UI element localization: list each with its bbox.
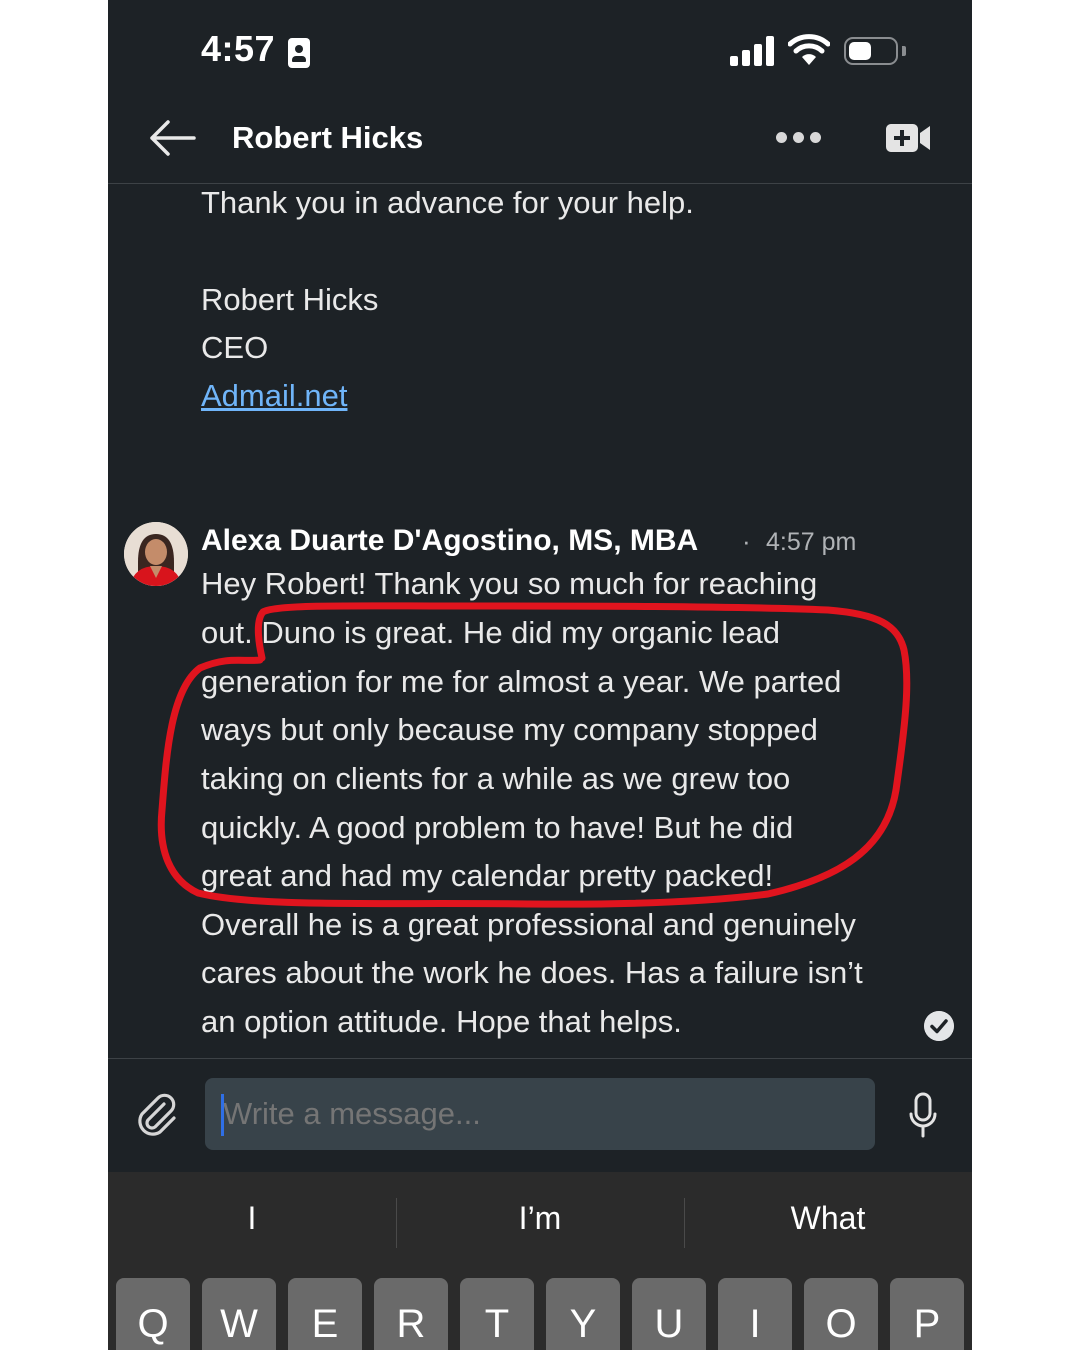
key-p[interactable]: P <box>890 1278 964 1350</box>
key-t[interactable]: T <box>460 1278 534 1350</box>
sender-name[interactable]: Alexa Duarte D'Agostino, MS, MBA <box>201 524 698 558</box>
message-line: great and had my calendar pretty packed! <box>201 858 774 893</box>
header-divider <box>108 183 972 184</box>
more-options-icon[interactable] <box>776 132 822 146</box>
key-o[interactable]: O <box>804 1278 878 1350</box>
message-line: quickly. A good problem to have! But he … <box>201 810 794 845</box>
key-i[interactable]: I <box>718 1278 792 1350</box>
battery-icon <box>844 37 898 65</box>
messaging-screen: 4:57 Robert Hicks Thank you in advance f… <box>108 0 972 1350</box>
previous-message-line: Thank you in advance for your help. <box>201 185 694 220</box>
key-y[interactable]: Y <box>546 1278 620 1350</box>
suggestion-1[interactable]: I <box>108 1200 396 1237</box>
key-q[interactable]: Q <box>116 1278 190 1350</box>
contact-card-icon <box>288 38 310 68</box>
status-time: 4:57 <box>201 28 276 69</box>
message-line: Overall he is a great professional and g… <box>201 907 856 942</box>
suggestion-2[interactable]: I’m <box>396 1200 684 1237</box>
wifi-icon <box>788 34 830 65</box>
message-line: ways but only because my company stopped <box>201 712 818 747</box>
conversation-title[interactable]: Robert Hicks <box>232 120 423 156</box>
message-line: an option attitude. Hope that helps. <box>201 1004 682 1039</box>
message-line: taking on clients for a while as we grew… <box>201 761 791 796</box>
signature-link[interactable]: Admail.net <box>201 378 347 414</box>
key-r[interactable]: R <box>374 1278 448 1350</box>
message-timestamp: 4:57 pm <box>766 528 857 556</box>
message-line: cares about the work he does. Has a fail… <box>201 955 863 990</box>
key-u[interactable]: U <box>632 1278 706 1350</box>
message-input[interactable] <box>205 1078 875 1150</box>
video-call-icon[interactable] <box>884 120 932 156</box>
signal-icon <box>730 36 774 66</box>
message-line: out. Duno is great. He did my organic le… <box>201 615 780 650</box>
attachment-icon[interactable] <box>134 1092 180 1138</box>
separator-dot: · <box>742 526 751 556</box>
back-arrow-icon[interactable] <box>148 118 196 158</box>
key-w[interactable]: W <box>202 1278 276 1350</box>
text-caret <box>221 1094 224 1136</box>
microphone-icon[interactable] <box>908 1092 938 1138</box>
message-line: generation for me for almost a year. We … <box>201 664 842 699</box>
read-receipt-icon <box>924 1011 954 1041</box>
battery-cap <box>902 46 906 56</box>
signature-name: Robert Hicks <box>201 282 379 317</box>
message-line: Hey Robert! Thank you so much for reachi… <box>201 566 818 601</box>
sender-avatar[interactable] <box>124 522 188 586</box>
composer-divider <box>108 1058 972 1059</box>
signature-title: CEO <box>201 330 269 365</box>
key-e[interactable]: E <box>288 1278 362 1350</box>
suggestion-3[interactable]: What <box>684 1200 972 1237</box>
